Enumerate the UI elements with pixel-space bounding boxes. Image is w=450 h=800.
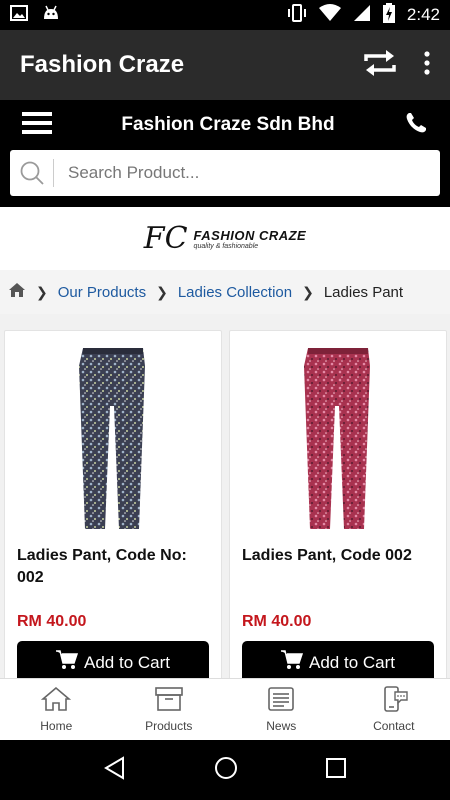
nav-item-products[interactable]: Products <box>113 679 226 740</box>
newspaper-icon <box>266 686 296 717</box>
home-circle-icon[interactable] <box>214 756 238 785</box>
cart-icon <box>56 650 79 675</box>
hamburger-menu-icon[interactable] <box>22 111 52 140</box>
bottom-navigation: Home Products News Contact <box>0 678 450 740</box>
chevron-right-icon: ❯ <box>156 283 168 300</box>
logo-tagline: quality & fashionable <box>193 242 259 250</box>
nav-item-home[interactable]: Home <box>0 679 113 740</box>
product-title[interactable]: Ladies Pant, Code 002 <box>242 545 437 567</box>
archive-box-icon <box>154 686 184 717</box>
product-card[interactable]: Ladies Pant, Code No: 002 RM 40.00 Add t… <box>4 330 222 678</box>
product-price: RM 40.00 <box>17 613 87 630</box>
more-options-icon[interactable] <box>424 50 430 80</box>
add-to-cart-button[interactable]: Add to Cart <box>17 641 209 678</box>
phone-icon[interactable] <box>404 111 428 140</box>
system-navigation-bar <box>0 740 450 800</box>
phone-chat-icon <box>379 686 409 717</box>
chevron-right-icon: ❯ <box>302 283 314 300</box>
product-price: RM 40.00 <box>242 613 312 630</box>
signal-icon <box>353 4 371 27</box>
product-image[interactable] <box>270 343 405 533</box>
nav-item-news[interactable]: News <box>225 679 338 740</box>
home-icon[interactable] <box>8 282 26 302</box>
add-to-cart-label: Add to Cart <box>84 652 170 672</box>
breadcrumb-link-our-products[interactable]: Our Products <box>58 284 146 301</box>
gallery-notification-icon <box>10 4 28 26</box>
product-image[interactable] <box>45 343 180 533</box>
product-title[interactable]: Ladies Pant, Code No: 002 <box>17 545 212 589</box>
search-input[interactable] <box>54 163 440 183</box>
refresh-icon[interactable] <box>362 49 398 82</box>
logo-name: FASHION CRAZE <box>193 227 307 243</box>
nav-label: Home <box>40 719 73 733</box>
add-to-cart-button[interactable]: Add to Cart <box>242 641 434 678</box>
store-header: Fashion Craze Sdn Bhd <box>0 100 450 207</box>
breadcrumb: ❯ Our Products ❯ Ladies Collection ❯ Lad… <box>0 270 450 314</box>
brand-logo: FC FASHION CRAZE quality & fashionable <box>0 207 450 270</box>
status-bar: 2:42 <box>0 0 450 30</box>
recents-icon[interactable] <box>325 757 347 784</box>
chevron-right-icon: ❯ <box>36 283 48 300</box>
nav-label: Contact <box>373 719 415 733</box>
cart-icon <box>281 650 304 675</box>
android-notification-icon <box>42 5 60 26</box>
wifi-icon <box>318 3 341 27</box>
search-box[interactable] <box>10 150 440 196</box>
app-title: Fashion Craze <box>20 51 185 78</box>
breadcrumb-current: Ladies Pant <box>323 283 404 301</box>
status-time: 2:42 <box>406 5 440 24</box>
nav-item-contact[interactable]: Contact <box>338 679 450 740</box>
vibrate-icon <box>287 3 307 27</box>
search-icon[interactable] <box>10 159 54 187</box>
nav-label: Products <box>145 719 193 733</box>
app-bar: Fashion Craze <box>0 30 450 100</box>
product-grid: Ladies Pant, Code No: 002 RM 40.00 Add t… <box>0 314 450 678</box>
battery-icon <box>382 2 395 28</box>
nav-label: News <box>266 719 297 733</box>
home-icon <box>41 686 72 717</box>
back-icon[interactable] <box>103 755 127 785</box>
store-name: Fashion Craze Sdn Bhd <box>121 114 335 135</box>
breadcrumb-link-ladies-collection[interactable]: Ladies Collection <box>178 284 292 301</box>
logo-monogram: FC <box>143 221 188 256</box>
product-card[interactable]: Ladies Pant, Code 002 RM 40.00 Add to Ca… <box>229 330 447 678</box>
add-to-cart-label: Add to Cart <box>309 652 395 672</box>
